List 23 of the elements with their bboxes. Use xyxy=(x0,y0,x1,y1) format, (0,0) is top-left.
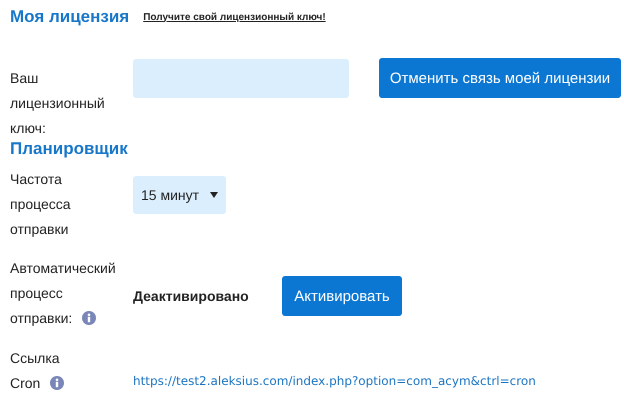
field-label: процесс xyxy=(10,284,63,302)
field-label: отправки: xyxy=(10,308,72,326)
license-key-field[interactable] xyxy=(133,58,349,98)
field-label: Cron xyxy=(10,374,40,392)
caret-icon xyxy=(210,192,218,198)
cron-link[interactable]: https://test2.aleksius.com/index.php?option=com_acym&ctrl=cron xyxy=(133,371,536,391)
status-text: Деактивировано xyxy=(133,288,250,304)
unlink-license-button[interactable]: Отменить связь моей лицензии xyxy=(379,58,621,98)
activate-button[interactable]: Активировать xyxy=(282,276,402,316)
field-label: Ваш xyxy=(10,68,38,86)
get-key-link[interactable]: Получите свой лицензионный ключ! xyxy=(143,12,326,22)
frequency-dropdown[interactable]: 15 минут xyxy=(133,176,226,214)
field-label: Частота xyxy=(10,170,62,188)
info-icon[interactable] xyxy=(50,376,64,390)
field-label: Ссылка xyxy=(10,348,60,366)
field-label: процесса xyxy=(10,194,71,212)
field-label: Автоматический xyxy=(10,258,116,276)
field-label: отправки xyxy=(10,220,68,238)
field-label: ключ: xyxy=(10,118,46,136)
section-title: Планировщик xyxy=(10,139,128,159)
section-title: Моя лицензия xyxy=(10,7,130,27)
field-label: лицензионный xyxy=(10,94,105,112)
info-icon[interactable] xyxy=(82,310,96,324)
